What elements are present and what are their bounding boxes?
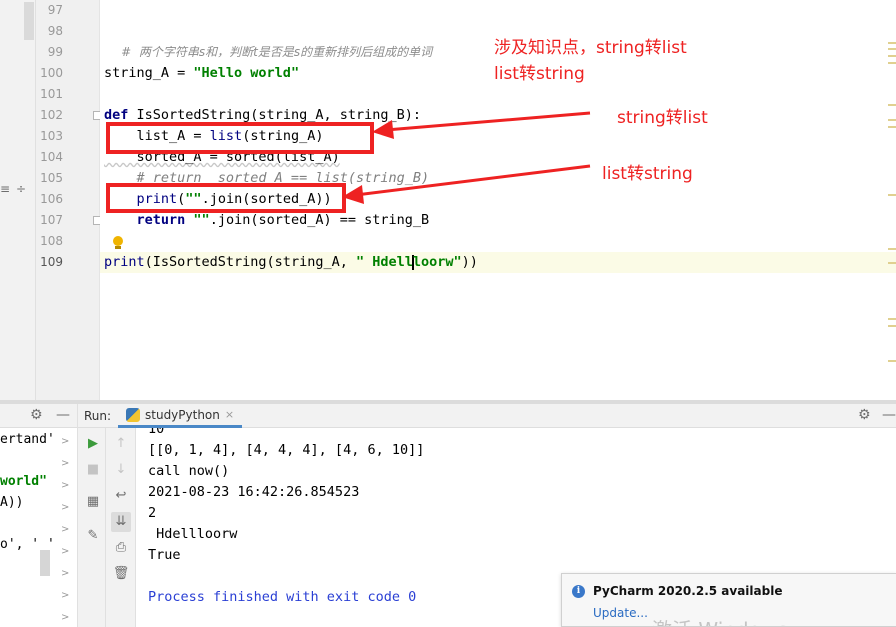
code-text: )) [461,254,478,270]
code-text: IsSortedString(string_A, string_B): [128,107,421,123]
minimize-icon[interactable]: — [882,407,896,423]
builtin-print: print [104,254,145,270]
code-text: (IsSortedString(string_A, [144,254,356,270]
editor-marker-strip[interactable] [880,0,896,400]
annotation-note-line2: list转string [494,64,585,84]
update-link[interactable]: Update... [593,606,648,620]
project-panel-strip: ≡ ÷ [0,0,36,400]
chevron-right-icon[interactable]: > [61,612,69,623]
line-number: 103 [40,129,63,143]
chevron-right-icon[interactable]: > [61,546,69,557]
console-line: call now() [148,463,230,479]
structure-panel-header: ⚙ — [0,404,77,428]
code-line-98: # 两个字符串s和，判断t是否是s的重新排列后组成的单词 [104,21,432,59]
string-literal: "Hello world" [193,65,300,81]
code-fragment: ertand' [0,432,55,447]
activation-watermark: 激活 Windows [652,614,788,626]
console-line: 2021-08-23 16:42:26.854523 [148,484,360,500]
chevron-right-icon[interactable]: > [61,502,69,513]
chevron-right-icon[interactable]: > [61,436,69,447]
code-fragment: world" [0,474,47,489]
scroll-to-end-icon[interactable]: ⇊ [111,512,131,532]
line-number: 102 [40,108,63,122]
line-number: 108 [40,234,63,248]
run-tab-studypython[interactable]: studyPython × [118,404,243,428]
minimize-icon[interactable]: — [56,407,70,423]
string-literal: loorw" [412,254,462,270]
chevron-right-icon[interactable]: > [61,568,69,579]
run-toolbar-secondary: ↑ ↓ ↩ ⇊ ⎙ 🗑 [106,428,136,627]
console-exit-message: Process finished with exit code 0 [148,589,417,605]
run-panel-header: Run: studyPython × ⚙ — [78,404,896,428]
code-line-100: string_A = "Hello world" [104,63,299,84]
line-number: 99 [47,45,63,59]
run-toolbar-primary: ▶ ■ ▦ ✎ [78,428,106,627]
annotation-string-to-list: string转list [617,108,708,128]
line-number: 101 [40,87,63,101]
line-number: 106 [40,192,63,206]
console-line: True [148,547,181,563]
line-number: 97 [47,3,63,17]
line-number-current: 109 [40,255,63,269]
highlight-box-list-conversion [106,122,374,154]
keyword-def: def [104,107,129,123]
editor-gutter: 97 98 99 100 101 102 103 104 105 106 107… [36,0,102,400]
collapse-icon[interactable]: ÷ [16,182,26,196]
stop-icon[interactable]: ■ [83,460,103,480]
line-number: 104 [40,150,63,164]
chevron-right-icon[interactable]: > [61,524,69,535]
annotation-list-to-string: list转string [602,164,693,184]
chevron-right-icon[interactable]: > [61,458,69,469]
code-text: string_A = [104,65,194,81]
python-icon [126,407,140,422]
trash-icon[interactable]: 🗑 [111,564,131,584]
line-number: 98 [47,24,63,38]
lightbulb-icon[interactable] [112,236,124,252]
arrow-down-icon[interactable]: ↓ [111,460,131,480]
soft-wrap-icon[interactable]: ↩ [111,486,131,506]
line-number: 105 [40,171,63,185]
line-number: 100 [40,66,63,80]
code-line-107: return "".join(sorted_A) == string_B [104,210,430,231]
run-tab-label: studyPython [145,407,220,422]
layout-icon[interactable]: ▦ [83,492,103,512]
console-line: 10 [148,428,165,437]
project-mini-toolbar: ≡ ÷ [0,176,36,204]
equals-icon[interactable]: ≡ [0,182,10,196]
close-icon[interactable]: × [225,408,234,421]
highlight-box-join-conversion [106,183,346,213]
rerun-play-icon[interactable]: ▶ [83,434,103,454]
code-line-109: print(IsSortedString(string_A, " Hdelllo… [104,252,478,273]
arrow-up-icon[interactable]: ↑ [111,434,131,454]
console-line: [[0, 1, 4], [4, 4, 4], [4, 6, 10]] [148,442,425,458]
structure-panel: ⚙ — ertand' world" A)) o', ' ' > > > > >… [0,404,78,627]
notification-title: PyCharm 2020.2.5 available [593,584,783,598]
code-fragment: A)) [0,495,24,510]
console-line: 2 [148,505,157,521]
structure-scrollbar[interactable] [40,550,50,576]
run-label: Run: [84,409,112,423]
line-number: 107 [40,213,63,227]
string-literal: " Hdell [355,254,413,270]
console-line: Hdellloorw [148,526,238,542]
keyword-return: return [104,212,186,228]
chevron-right-icon[interactable]: > [61,590,69,601]
info-icon: i [572,585,585,598]
pin-icon[interactable]: ✎ [83,526,103,546]
gear-icon[interactable]: ⚙ [858,407,871,423]
update-notification: i PyCharm 2020.2.5 available Update... 激… [561,573,896,627]
string-literal: "" [193,212,210,228]
code-text: .join(sorted_A) == string_B [209,212,430,228]
print-icon[interactable]: ⎙ [111,538,131,558]
gear-icon[interactable]: ⚙ [30,407,43,423]
chevron-column: > > > > > > > > > [58,428,76,627]
annotation-note-line1: 涉及知识点，string转list [494,38,687,58]
comment: # 两个字符串s和，判断t是否是s的重新排列后组成的单词 [121,45,433,59]
chevron-right-icon[interactable]: > [61,480,69,491]
